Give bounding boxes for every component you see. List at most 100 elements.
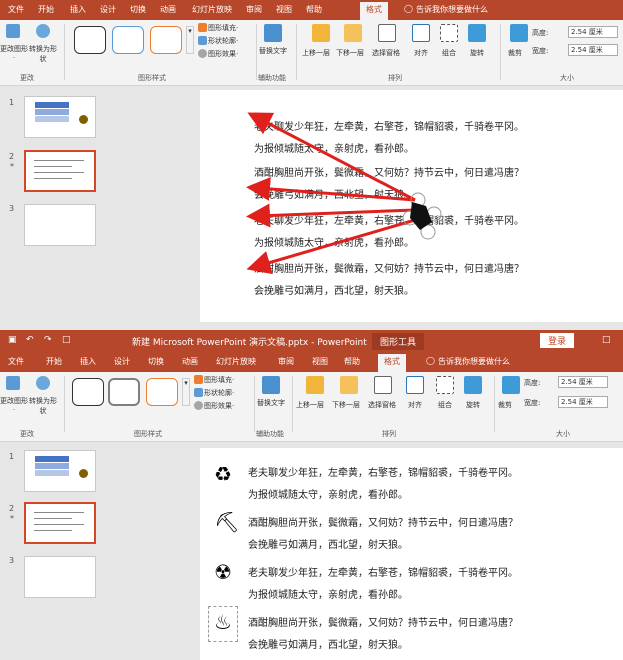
width-input[interactable]: 2.54 厘米 [558, 396, 608, 408]
thumb-text-line [34, 518, 72, 519]
tab-view[interactable]: 视图 [276, 4, 292, 15]
poem-line-1[interactable]: 老夫聊发少年狂，左牵黄，右擎苍，锦帽貂裘，千骑卷平冈。 [248, 564, 518, 579]
poem-line-3[interactable]: 酒酣胸胆尚开张，鬓微霜，又何妨？持节云中，何日遣冯唐？ [248, 614, 518, 629]
tab-insert[interactable]: 插入 [70, 4, 86, 15]
poem-line-1[interactable]: 老夫聊发少年狂，左牵黄，右擎苍，锦帽貂裘，千骑卷平冈。 [248, 464, 518, 479]
ribbon: 更改图形· 转换为形状 更改 ▾ 图形填充· 形状轮廓· 图形效果· 图形样式 … [0, 20, 623, 86]
send-backward-button[interactable]: 下移一层 [332, 400, 360, 410]
title-bar: ▣ ↶ ↷ □ 新建 Microsoft PowerPoint 演示文稿.ppt… [0, 330, 623, 352]
slide-thumbnail-2[interactable] [24, 150, 96, 192]
present-icon[interactable]: □ [62, 335, 71, 345]
thumb-shape [35, 470, 69, 476]
tab-transitions[interactable]: 切换 [148, 356, 164, 367]
tab-animations[interactable]: 动画 [160, 4, 176, 15]
effect-icon [194, 401, 203, 410]
styles-more-button[interactable]: ▾ [186, 26, 194, 54]
width-label: 宽度: [524, 399, 541, 407]
change-shape-button[interactable]: 更改图形· [0, 44, 28, 62]
tab-home[interactable]: 开始 [46, 356, 62, 367]
selection-pane-button[interactable]: 选择窗格 [372, 48, 400, 58]
crop-button[interactable]: 裁剪 [508, 48, 522, 58]
tell-me-search[interactable]: 告诉我你想要做什么 [416, 4, 488, 15]
person-icon[interactable]: ⛏ [214, 512, 239, 532]
tab-transitions[interactable]: 切换 [130, 4, 146, 15]
style-preset-3[interactable] [146, 378, 178, 406]
slide-thumbnail-3[interactable] [24, 556, 96, 598]
slide-thumbnail-3[interactable] [24, 204, 96, 246]
tab-help[interactable]: 帮助 [306, 4, 322, 15]
fire-icon[interactable]: ♨ [214, 612, 232, 632]
tab-animations[interactable]: 动画 [182, 356, 198, 367]
style-preset-2[interactable] [112, 26, 144, 54]
group-button[interactable]: 组合 [438, 400, 452, 410]
tab-home[interactable]: 开始 [38, 4, 54, 15]
height-input[interactable]: 2.54 厘米 [558, 376, 608, 388]
width-input[interactable]: 2.54 厘米 [568, 44, 618, 56]
login-button[interactable]: 登录 [540, 333, 575, 348]
thumb-text-line [34, 172, 84, 173]
tab-file[interactable]: 文件 [8, 4, 24, 15]
alt-text-icon [264, 24, 282, 42]
tab-slideshow[interactable]: 幻灯片放映 [192, 4, 232, 15]
tab-view[interactable]: 视图 [312, 356, 328, 367]
align-button[interactable]: 对齐 [414, 48, 428, 58]
tab-design[interactable]: 设计 [100, 4, 116, 15]
send-backward-button[interactable]: 下移一层 [336, 48, 364, 58]
rotate-button[interactable]: 旋转 [470, 48, 484, 58]
style-preset-3[interactable] [150, 26, 182, 54]
tab-format[interactable]: 格式 [360, 2, 388, 20]
tab-file[interactable]: 文件 [8, 356, 24, 367]
style-preset-1[interactable] [72, 378, 104, 406]
group-button[interactable]: 组合 [442, 48, 456, 58]
crop-button[interactable]: 裁剪 [498, 400, 512, 410]
align-button[interactable]: 对齐 [408, 400, 422, 410]
selection-pane-button[interactable]: 选择窗格 [368, 400, 396, 410]
poem-line-4[interactable]: 会挽雕弓如满月，西北望，射天狼。 [248, 536, 408, 551]
effect-icon [198, 49, 207, 58]
convert-to-shape-button[interactable]: 转换为形状 [28, 396, 58, 416]
shape-fill-button[interactable]: 图形填充· [208, 23, 238, 33]
bring-forward-button[interactable]: 上移一层 [296, 400, 324, 410]
shape-effect-button[interactable]: 图形效果· [204, 401, 234, 411]
tab-review[interactable]: 审阅 [278, 356, 294, 367]
shape-outline-button[interactable]: 形状轮廓· [204, 388, 234, 398]
rotate-button[interactable]: 旋转 [466, 400, 480, 410]
tab-insert[interactable]: 插入 [80, 356, 96, 367]
convert-to-shape-button[interactable]: 转换为形状 [28, 44, 58, 64]
tab-review[interactable]: 审阅 [246, 4, 262, 15]
poem-line-2[interactable]: 为报倾城随太守，亲射虎，看孙郎。 [248, 586, 408, 601]
slide-canvas[interactable]: ♻ 老夫聊发少年狂，左牵黄，右擎苍，锦帽貂裘，千骑卷平冈。 为报倾城随太守，亲射… [200, 448, 623, 660]
alt-text-button[interactable]: 替换文字 [256, 398, 286, 408]
tab-slideshow[interactable]: 幻灯片放映 [216, 356, 256, 367]
save-icon[interactable]: ▣ [8, 335, 17, 345]
style-preset-1[interactable] [74, 26, 106, 54]
style-preset-2[interactable] [108, 378, 140, 406]
radiation-icon[interactable]: ☢ [214, 562, 232, 582]
divider [64, 376, 65, 432]
styles-more-button[interactable]: ▾ [182, 378, 190, 406]
alt-text-button[interactable]: 替换文字 [258, 46, 288, 56]
shape-effect-button[interactable]: 图形效果· [208, 49, 238, 59]
poem-line-3[interactable]: 酒酣胸胆尚开张，鬓微霜，又何妨？持节云中，何日遣冯唐？ [248, 514, 518, 529]
tab-format[interactable]: 格式 [378, 354, 406, 372]
slide-thumbnail-1[interactable] [24, 96, 96, 138]
ribbon-options-icon[interactable]: □ [602, 335, 611, 345]
slide-thumbnail-2[interactable] [24, 502, 96, 544]
tab-help[interactable]: 帮助 [344, 356, 360, 367]
recycle-icon[interactable]: ♻ [214, 464, 232, 484]
bring-forward-button[interactable]: 上移一层 [302, 48, 330, 58]
shape-outline-button[interactable]: 形状轮廓· [208, 36, 238, 46]
shape-fill-button[interactable]: 图形填充· [204, 375, 234, 385]
change-shape-button[interactable]: 更改图形· [0, 396, 28, 414]
tell-me-search[interactable]: 告诉我你想要做什么 [438, 356, 510, 367]
redo-icon[interactable]: ↷ [44, 335, 52, 345]
slide-thumbnail-1[interactable] [24, 450, 96, 492]
poem-line-4[interactable]: 会挽雕弓如满月，西北望，射天狼。 [248, 636, 408, 651]
send-backward-icon [344, 24, 362, 42]
slide-canvas[interactable]: 老夫聊发少年狂，左牵黄，右擎苍，锦帽貂裘，千骑卷平冈。 为报倾城随太守，亲射虎，… [200, 90, 623, 322]
thumb-shape [35, 116, 69, 122]
poem-line-2[interactable]: 为报倾城随太守，亲射虎，看孙郎。 [248, 486, 408, 501]
undo-icon[interactable]: ↶ [26, 335, 34, 345]
height-input[interactable]: 2.54 厘米 [568, 26, 618, 38]
tab-design[interactable]: 设计 [114, 356, 130, 367]
